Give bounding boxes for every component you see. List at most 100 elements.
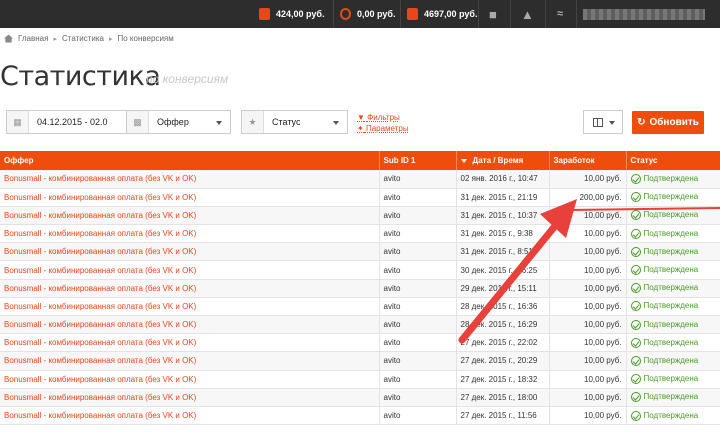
lock-icon bbox=[407, 8, 418, 20]
cell-subid: avito bbox=[379, 333, 457, 353]
cell-offer[interactable]: Bonusmall - комбинированная оплата (без … bbox=[0, 279, 380, 298]
table-row[interactable]: Bonusmall - комбинированная оплата (без … bbox=[0, 260, 720, 280]
cell-earnings: 200,00 руб. bbox=[549, 188, 627, 207]
chevron-down-icon bbox=[216, 121, 222, 125]
breadcrumb-statistics[interactable]: Статистика bbox=[62, 34, 104, 43]
refresh-icon: ↻ bbox=[637, 117, 646, 128]
chat-icon[interactable]: ■ bbox=[489, 0, 497, 28]
refresh-button[interactable]: ↻ Обновить bbox=[632, 111, 704, 134]
cell-date: 28 дек. 2015 г., 16:36 bbox=[456, 297, 550, 317]
top-bar: 424,00 руб. 0,00 руб. 4697,00 руб. ■ ▲ ≈ bbox=[0, 0, 720, 28]
table-header: Оффер Sub ID 1 Дата / Время Заработок Ст… bbox=[0, 151, 720, 170]
cell-status: Подтверждена bbox=[626, 188, 720, 207]
cell-status: Подтверждена bbox=[626, 297, 720, 317]
cell-subid: avito bbox=[379, 260, 457, 280]
offer-select[interactable]: ▩ Оффер bbox=[126, 110, 231, 134]
table-row[interactable]: Bonusmall - комбинированная оплата (без … bbox=[0, 388, 720, 407]
chevron-down-icon bbox=[609, 121, 615, 125]
table-row[interactable]: Bonusmall - комбинированная оплата (без … bbox=[0, 351, 720, 371]
breadcrumb-separator: ▸ bbox=[53, 35, 57, 43]
cell-offer[interactable]: Bonusmall - комбинированная оплата (без … bbox=[0, 315, 380, 335]
column-header-date[interactable]: Дата / Время bbox=[456, 151, 550, 170]
column-header-offer[interactable]: Оффер bbox=[0, 151, 380, 170]
divider bbox=[576, 0, 577, 28]
divider bbox=[545, 0, 546, 28]
cell-earnings: 10,00 руб. bbox=[549, 224, 627, 244]
cell-offer[interactable]: Bonusmall - комбинированная оплата (без … bbox=[0, 406, 380, 426]
cell-offer[interactable]: Bonusmall - комбинированная оплата (без … bbox=[0, 388, 380, 407]
breadcrumb-home[interactable]: Главная bbox=[18, 34, 48, 43]
column-header-subid[interactable]: Sub ID 1 bbox=[379, 151, 457, 170]
status-select-label: Статус bbox=[272, 117, 301, 127]
filters-link[interactable]: ▼ Фильтры bbox=[357, 112, 409, 123]
check-circle-icon bbox=[630, 319, 641, 330]
chevron-down-icon bbox=[333, 121, 339, 125]
table-row[interactable]: Bonusmall - комбинированная оплата (без … bbox=[0, 333, 720, 353]
cell-status: Подтверждена bbox=[626, 315, 720, 335]
warning-icon[interactable]: ▲ bbox=[521, 0, 534, 28]
cell-earnings: 10,00 руб. bbox=[549, 170, 627, 189]
cell-offer[interactable]: Bonusmall - комбинированная оплата (без … bbox=[0, 206, 380, 226]
cell-offer[interactable]: Bonusmall - комбинированная оплата (без … bbox=[0, 242, 380, 262]
rss-icon[interactable]: ≈ bbox=[557, 0, 563, 28]
table-row[interactable]: Bonusmall - комбинированная оплата (без … bbox=[0, 315, 720, 335]
table-row[interactable]: Bonusmall - комбинированная оплата (без … bbox=[0, 224, 720, 244]
cell-status: Подтверждена bbox=[626, 242, 720, 262]
balance-locked[interactable]: 4697,00 руб. bbox=[407, 0, 477, 28]
table-row[interactable]: Bonusmall - комбинированная оплата (без … bbox=[0, 406, 720, 426]
check-circle-icon bbox=[630, 410, 641, 421]
table-row[interactable]: Bonusmall - комбинированная оплата (без … bbox=[0, 188, 720, 207]
status-label: Подтверждена bbox=[643, 410, 699, 420]
cell-date: 31 дек. 2015 г., 8:51 bbox=[456, 242, 550, 262]
cell-subid: avito bbox=[379, 297, 457, 317]
status-label: Подтверждена bbox=[643, 192, 699, 202]
conversions-table: Оффер Sub ID 1 Дата / Время Заработок Ст… bbox=[0, 151, 720, 426]
cell-subid: avito bbox=[379, 315, 457, 335]
column-header-status[interactable]: Статус bbox=[626, 151, 720, 170]
cell-offer[interactable]: Bonusmall - комбинированная оплата (без … bbox=[0, 260, 380, 280]
cell-offer[interactable]: Bonusmall - комбинированная оплата (без … bbox=[0, 188, 380, 207]
home-icon[interactable] bbox=[4, 34, 13, 43]
table-row[interactable]: Bonusmall - комбинированная оплата (без … bbox=[0, 297, 720, 317]
table-row[interactable]: Bonusmall - комбинированная оплата (без … bbox=[0, 370, 720, 389]
status-select[interactable]: ★ Статус bbox=[241, 110, 348, 134]
cell-earnings: 10,00 руб. bbox=[549, 206, 627, 226]
wrench-icon: ✦ bbox=[357, 124, 364, 133]
cell-date: 31 дек. 2015 г., 21:19 bbox=[456, 188, 550, 207]
table-row[interactable]: Bonusmall - комбинированная оплата (без … bbox=[0, 242, 720, 262]
cell-offer[interactable]: Bonusmall - комбинированная оплата (без … bbox=[0, 370, 380, 389]
columns-button[interactable] bbox=[583, 110, 623, 134]
table-row[interactable]: Bonusmall - комбинированная оплата (без … bbox=[0, 206, 720, 226]
cell-earnings: 10,00 руб. bbox=[549, 315, 627, 335]
cell-offer[interactable]: Bonusmall - комбинированная оплата (без … bbox=[0, 333, 380, 353]
column-header-earnings[interactable]: Заработок bbox=[549, 151, 627, 170]
params-link-label: Параметры bbox=[365, 124, 409, 133]
status-label: Подтверждена bbox=[643, 319, 699, 329]
status-label: Подтверждена bbox=[643, 246, 699, 256]
balance-wallet[interactable]: 424,00 руб. bbox=[259, 0, 324, 28]
params-link[interactable]: ✦ Параметры bbox=[357, 123, 409, 134]
status-label: Подтверждена bbox=[643, 301, 699, 311]
cell-status: Подтверждена bbox=[626, 406, 720, 426]
table-row[interactable]: Bonusmall - комбинированная оплата (без … bbox=[0, 170, 720, 189]
table-row[interactable]: Bonusmall - комбинированная оплата (без … bbox=[0, 279, 720, 298]
cell-offer[interactable]: Bonusmall - комбинированная оплата (без … bbox=[0, 351, 380, 371]
balance-hold[interactable]: 0,00 руб. bbox=[340, 0, 395, 28]
cell-offer[interactable]: Bonusmall - комбинированная оплата (без … bbox=[0, 297, 380, 317]
status-label: Подтверждена bbox=[643, 265, 699, 275]
date-range-picker[interactable]: ▦ 04.12.2015 - 02.0 bbox=[6, 110, 140, 134]
user-menu[interactable] bbox=[583, 9, 705, 20]
check-circle-icon bbox=[630, 265, 641, 276]
sort-desc-icon bbox=[460, 158, 467, 163]
status-label: Подтверждена bbox=[643, 337, 699, 347]
filters-link-label: Фильтры bbox=[367, 113, 400, 122]
breadcrumb-separator: ▸ bbox=[108, 35, 113, 43]
cell-offer[interactable]: Bonusmall - комбинированная оплата (без … bbox=[0, 224, 380, 244]
star-icon: ★ bbox=[242, 111, 264, 133]
cell-offer[interactable]: Bonusmall - комбинированная оплата (без … bbox=[0, 170, 380, 189]
status-label: Подтверждена bbox=[643, 374, 699, 384]
status-label: Подтверждена bbox=[643, 392, 699, 402]
clock-icon bbox=[340, 8, 351, 20]
cell-status: Подтверждена bbox=[626, 279, 720, 298]
cell-date: 27 дек. 2015 г., 18:32 bbox=[456, 370, 550, 389]
